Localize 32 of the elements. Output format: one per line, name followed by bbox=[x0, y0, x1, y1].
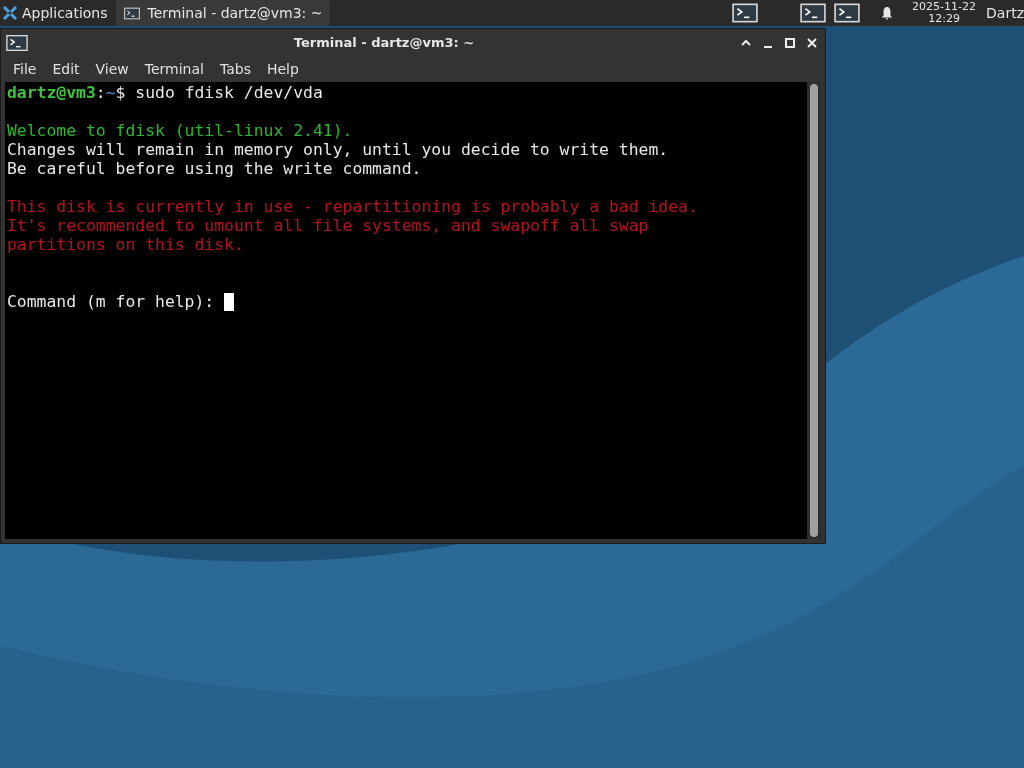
menu-item[interactable]: Edit bbox=[44, 59, 88, 80]
prompt-user: dartz@vm3 bbox=[7, 83, 96, 102]
output-line: partitions on this disk. bbox=[7, 235, 244, 254]
menu-item[interactable]: Help bbox=[258, 59, 307, 80]
prompt-path: ~ bbox=[105, 83, 116, 102]
terminal-launcher-icon[interactable] bbox=[800, 3, 827, 23]
app-menu-icon bbox=[2, 5, 18, 21]
output-line: This disk is currently in use - repartitioning is probably a bad idea. bbox=[7, 197, 698, 216]
output-line: It's recommended to umount all file systems, and swapoff all swap bbox=[7, 216, 649, 235]
command-text: $ sudo fdisk /dev/vda bbox=[115, 83, 323, 102]
terminal-icon[interactable] bbox=[6, 34, 28, 52]
clock-date: 2025-11-22 bbox=[912, 1, 977, 13]
menu-item[interactable]: View bbox=[87, 59, 137, 80]
close-icon[interactable] bbox=[806, 37, 818, 49]
applications-menu[interactable]: Applications bbox=[0, 0, 112, 26]
clock-time: 12:29 bbox=[928, 13, 960, 25]
terminal-launcher-icon[interactable] bbox=[834, 3, 861, 23]
menu-item[interactable]: Terminal bbox=[136, 59, 212, 80]
prompt-separator: : bbox=[95, 83, 106, 102]
menu-item[interactable]: Tabs bbox=[211, 59, 259, 80]
maximize-icon[interactable] bbox=[784, 37, 796, 49]
terminal-icon[interactable] bbox=[123, 6, 140, 20]
scrollbar[interactable] bbox=[807, 82, 821, 539]
taskbar-button[interactable]: Terminal - dartz@vm3: ~ bbox=[115, 0, 331, 26]
output-line: Be careful before using the write command. bbox=[7, 159, 422, 178]
output-line: Changes will remain in memory only, until you decide to write them. bbox=[7, 140, 669, 159]
output-line: Welcome to fdisk (util-linux 2.41). bbox=[7, 121, 353, 140]
user-name[interactable]: Dartz bbox=[986, 2, 1024, 24]
command-prompt: Command (m for help): bbox=[7, 292, 216, 311]
window-title: Terminal - dartz@vm3: ~ bbox=[292, 34, 476, 53]
menu-item[interactable]: File bbox=[5, 59, 45, 80]
terminal-launcher-icon[interactable] bbox=[732, 3, 759, 23]
